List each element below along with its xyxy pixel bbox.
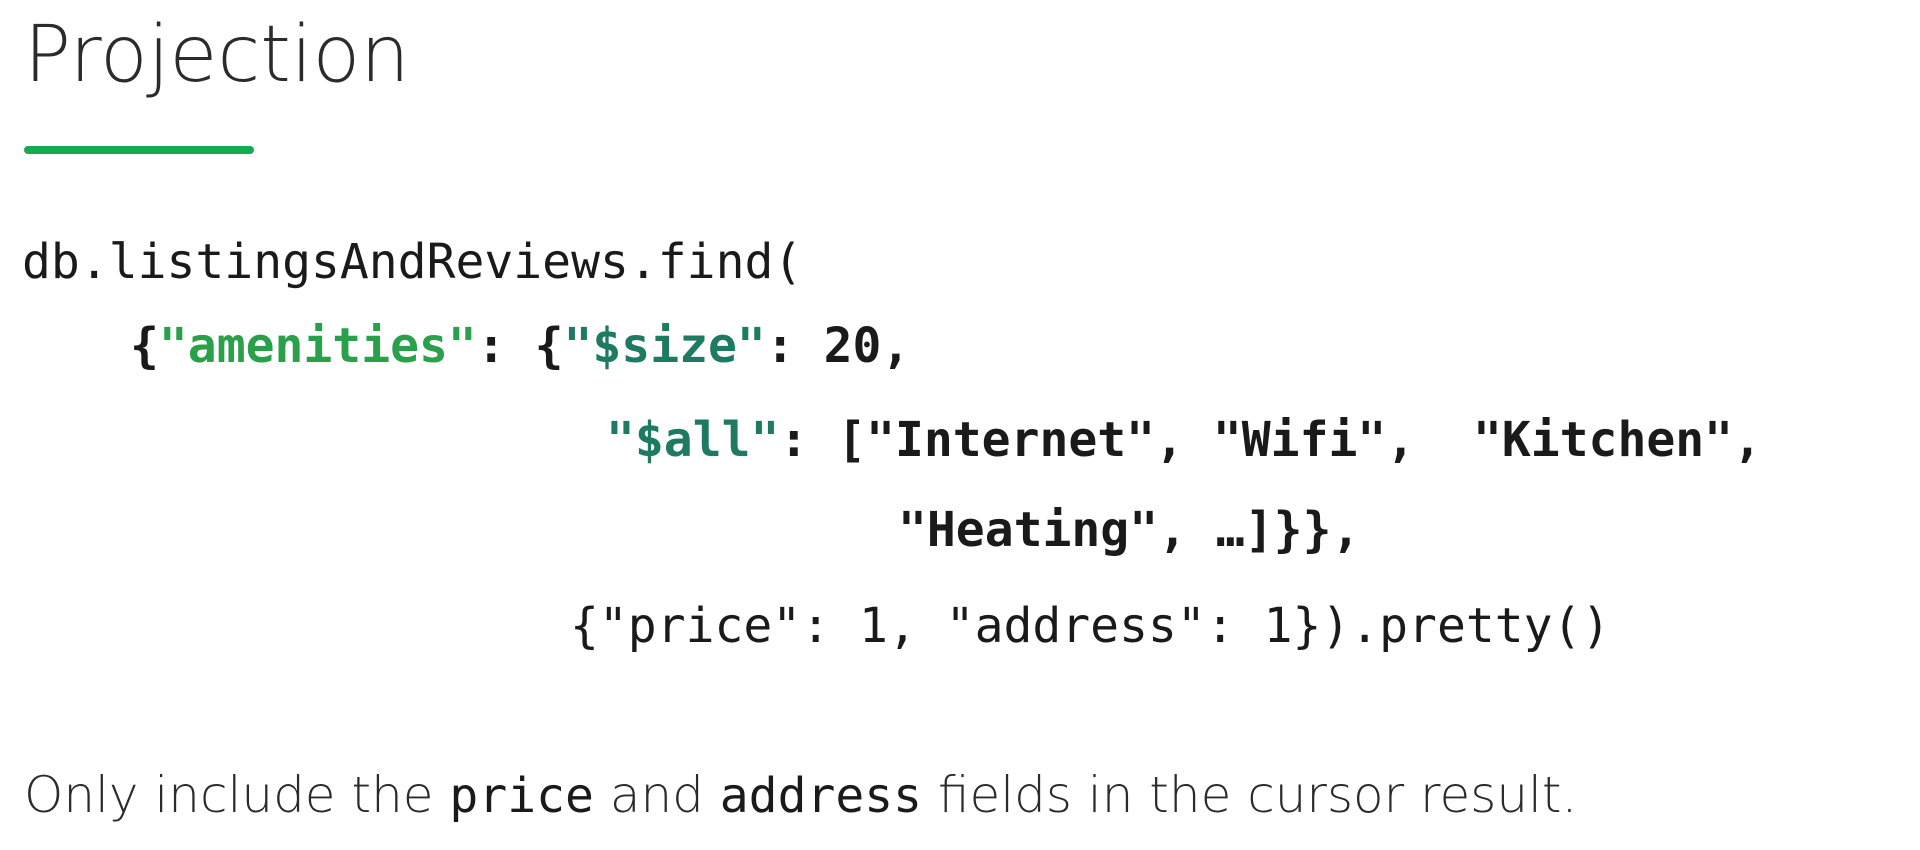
title-underline	[24, 146, 254, 154]
caption-text-2: and	[593, 766, 720, 824]
code-line-4: "Heating", …]}},	[898, 502, 1361, 558]
caption: Only include the price and address field…	[24, 760, 1577, 831]
code-size-value: : 20,	[765, 318, 911, 374]
slide: Projection db.listingsAndReviews.find( {…	[0, 0, 1920, 850]
code-all-values: ["Internet", "Wifi", "Kitchen",	[837, 412, 1762, 468]
code-brace: {	[130, 318, 159, 374]
caption-field-address: address	[719, 768, 923, 824]
code-line-3: "$all": ["Internet", "Wifi", "Kitchen",	[606, 410, 1762, 470]
code-key-amenities: "amenities"	[158, 318, 477, 374]
code-line-1: db.listingsAndReviews.find(	[22, 234, 803, 290]
caption-text-1: Only include the	[24, 766, 450, 824]
caption-field-price: price	[449, 768, 594, 824]
code-line-5: {"price": 1, "address": 1}).pretty()	[570, 598, 1611, 654]
code-line-2: {"amenities": {"$size": 20,	[130, 316, 910, 376]
code-colon: : {	[476, 318, 564, 374]
code-operator-all: "$all"	[606, 412, 780, 468]
code-colon: :	[779, 412, 838, 468]
page-title: Projection	[24, 10, 410, 100]
caption-text-3: fields in the cursor result.	[922, 766, 1578, 824]
code-operator-size: "$size"	[563, 318, 766, 374]
